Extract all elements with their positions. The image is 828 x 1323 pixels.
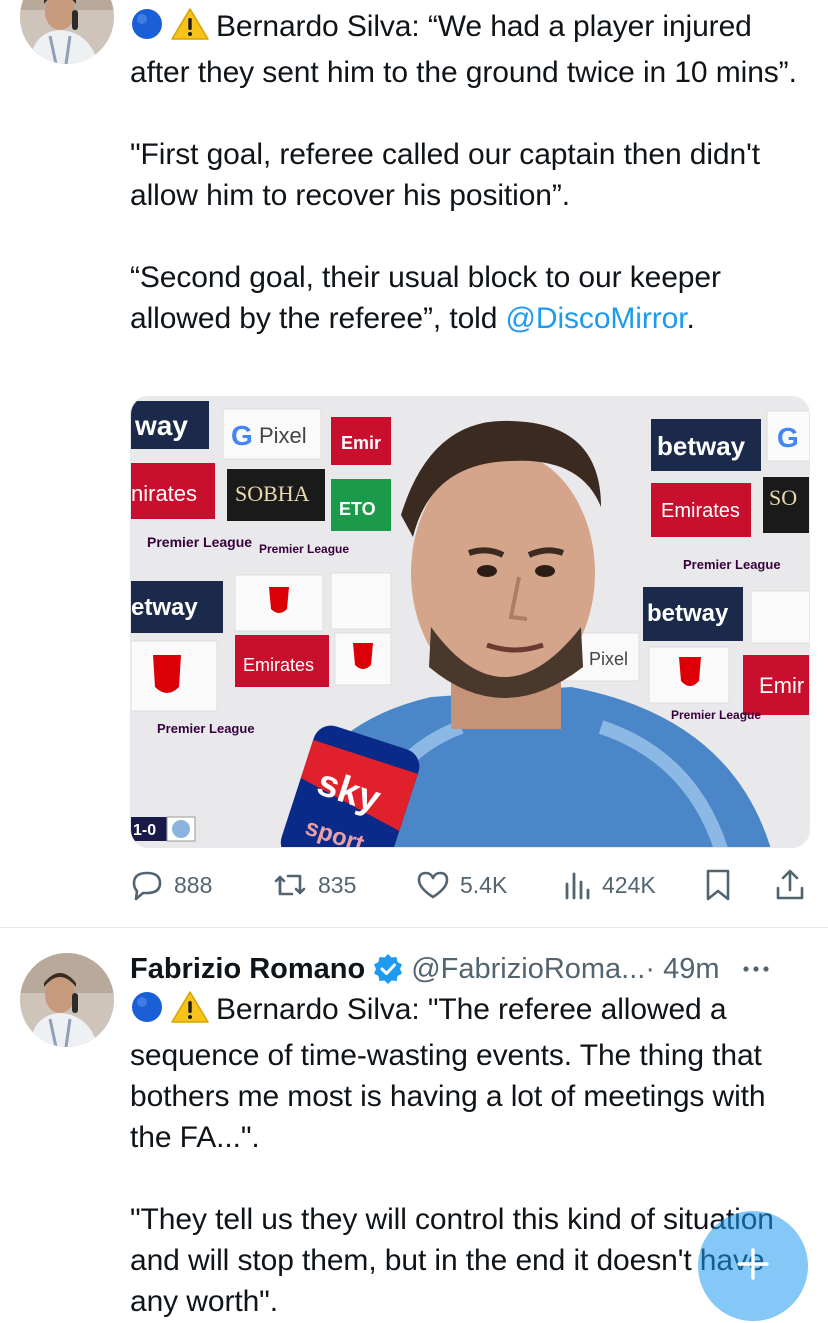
- tweet-time[interactable]: · 49m: [645, 953, 719, 986]
- board-label: Premier League: [147, 534, 252, 550]
- board-label: etway: [131, 594, 198, 621]
- view-count: 424K: [602, 871, 656, 898]
- verified-badge-icon: [373, 954, 403, 984]
- tweet-text: Bernardo Silva: “We had a player injured…: [130, 6, 810, 339]
- views-button[interactable]: 424K: [562, 862, 656, 908]
- board-label: Premier League: [259, 542, 349, 556]
- share-button[interactable]: [774, 862, 806, 908]
- tweet-paragraph: “Second goal, their usual block to our k…: [130, 257, 810, 339]
- blue-circle-icon: [130, 7, 164, 52]
- reply-count: 888: [174, 871, 213, 898]
- repost-button[interactable]: 835: [272, 862, 356, 908]
- tweet-media-image[interactable]: way Pixel G Emir nirates SOBHA ETO Premi…: [130, 396, 810, 848]
- avatar-image: [20, 953, 114, 1047]
- bookmark-icon: [704, 868, 732, 902]
- svg-text:G: G: [231, 420, 253, 451]
- tweet-paragraph: "First goal, referee called our captain …: [130, 138, 760, 212]
- board-label: nirates: [131, 481, 197, 506]
- author-handle[interactable]: @FabrizioRoma...: [411, 953, 645, 986]
- board-label: Pixel: [589, 649, 628, 669]
- tweet-header: Fabrizio Romano @FabrizioRoma... · 49m: [130, 949, 810, 989]
- board-label: Emirates: [661, 500, 740, 522]
- heart-icon: [416, 870, 450, 900]
- board-label: way: [134, 410, 188, 441]
- board-label: Premier League: [683, 557, 781, 572]
- plus-icon: [733, 1244, 773, 1289]
- paragraph-text: Bernardo Silva: "The referee allowed a s…: [130, 993, 766, 1154]
- bookmark-button[interactable]: [704, 862, 732, 908]
- board-label: Premier League: [671, 708, 761, 722]
- board-label: Pixel: [259, 423, 307, 448]
- svg-text:G: G: [777, 422, 799, 453]
- warning-icon: [170, 990, 210, 1035]
- avatar[interactable]: [20, 953, 114, 1047]
- mention-link[interactable]: @DiscoMirror: [506, 302, 687, 335]
- compose-button[interactable]: [698, 1211, 808, 1321]
- repost-icon: [272, 870, 308, 900]
- board-label: Emir: [341, 433, 381, 453]
- board-label: SO: [769, 485, 797, 510]
- board-label: Emirates: [243, 655, 314, 675]
- like-count: 5.4K: [460, 871, 508, 898]
- tweet-actions: 888 835 5.4K 424K: [130, 862, 810, 908]
- avatar-image: [20, 0, 114, 64]
- like-button[interactable]: 5.4K: [416, 862, 507, 908]
- score-text: 1-0: [133, 822, 156, 839]
- warning-icon: [170, 7, 210, 52]
- board-label: Emir: [759, 673, 804, 698]
- board-label: ETO: [339, 499, 376, 519]
- interview-photo: way Pixel G Emir nirates SOBHA ETO Premi…: [131, 397, 809, 847]
- tweet-paragraph: Bernardo Silva: “We had a player injured…: [130, 6, 810, 93]
- share-icon: [774, 868, 806, 902]
- board-label: Premier League: [157, 721, 255, 736]
- tweet-paragraph: Bernardo Silva: "The referee allowed a s…: [130, 989, 810, 1158]
- paragraph-text: Bernardo Silva: “We had a player injured…: [130, 10, 797, 89]
- views-chart-icon: [562, 870, 592, 900]
- repost-count: 835: [318, 871, 357, 898]
- blue-circle-icon: [130, 990, 164, 1035]
- paragraph-suffix: .: [686, 302, 695, 335]
- more-options-icon[interactable]: [742, 964, 770, 974]
- reply-button[interactable]: 888: [130, 862, 212, 908]
- reply-icon: [130, 869, 164, 901]
- avatar[interactable]: [20, 0, 114, 64]
- board-label: betway: [657, 431, 746, 461]
- author-name[interactable]: Fabrizio Romano: [130, 953, 365, 986]
- board-label: betway: [647, 600, 729, 627]
- tweet[interactable]: Bernardo Silva: “We had a player injured…: [0, 0, 828, 928]
- board-label: SOBHA: [235, 481, 310, 506]
